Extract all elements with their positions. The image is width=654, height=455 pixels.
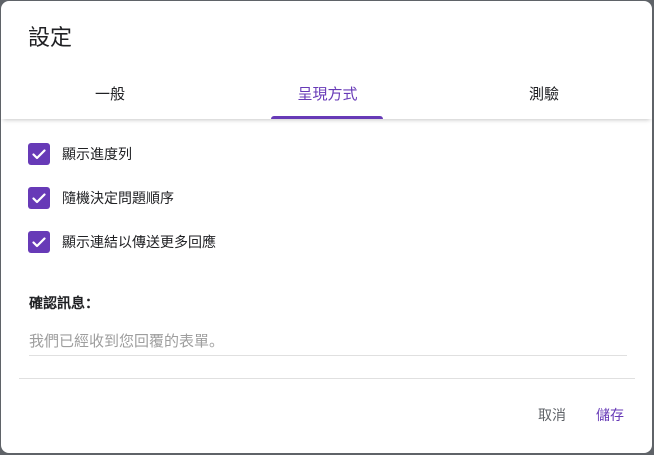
cancel-button[interactable]: 取消 <box>538 404 566 428</box>
option-label: 顯示進度列 <box>62 147 132 163</box>
checkbox-checked-icon[interactable] <box>28 231 50 253</box>
confirmation-message-input[interactable] <box>29 327 627 356</box>
save-button[interactable]: 儲存 <box>596 404 624 428</box>
confirmation-message-label: 確認訊息： <box>29 296 99 312</box>
settings-dialog: 設定 一般 呈現方式 測驗 顯示進度列 隨機決定問題順序 顯示連結以傳送更多回應… <box>1 1 652 453</box>
footer-divider <box>19 378 635 379</box>
dialog-title: 設定 <box>28 26 73 51</box>
tab-quizzes[interactable]: 測驗 <box>436 71 652 119</box>
tab-general[interactable]: 一般 <box>1 71 219 119</box>
active-tab-indicator <box>271 116 383 119</box>
option-show-submit-another-link[interactable]: 顯示連結以傳送更多回應 <box>28 230 216 254</box>
checkbox-checked-icon[interactable] <box>28 143 50 165</box>
option-show-progress-bar[interactable]: 顯示進度列 <box>28 142 132 166</box>
option-shuffle-question-order[interactable]: 隨機決定問題順序 <box>28 186 174 210</box>
checkbox-checked-icon[interactable] <box>28 187 50 209</box>
option-label: 顯示連結以傳送更多回應 <box>62 235 216 251</box>
tab-presentation[interactable]: 呈現方式 <box>219 71 436 119</box>
option-label: 隨機決定問題順序 <box>62 191 174 207</box>
tab-bar: 一般 呈現方式 測驗 <box>1 71 652 119</box>
